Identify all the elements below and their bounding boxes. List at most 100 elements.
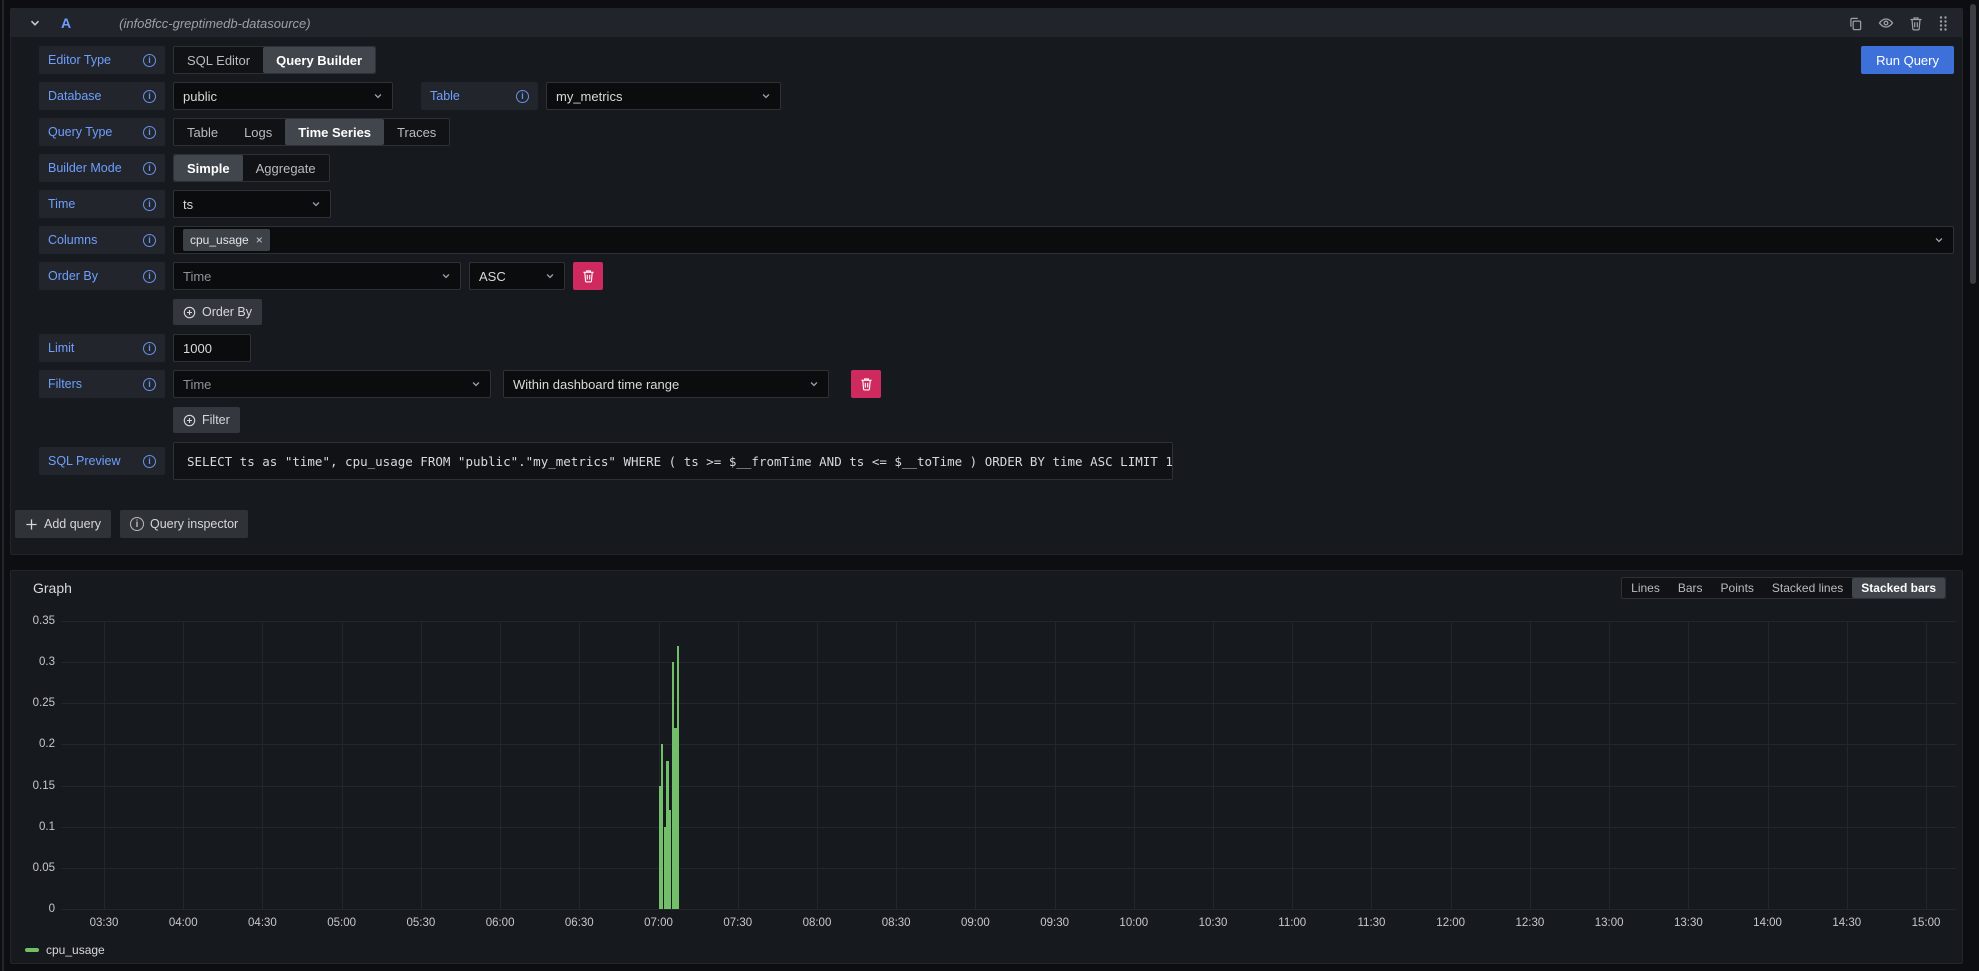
editor-type-option-query-builder[interactable]: Query Builder [263, 47, 375, 73]
y-axis-tick-label: 0.05 [11, 862, 55, 874]
info-icon[interactable] [143, 342, 156, 355]
editor-type-label: Editor Type [39, 46, 165, 74]
x-axis-tick-label: 06:00 [486, 917, 515, 929]
page: A (info8fcc-greptimedb-datasource) [0, 0, 1979, 971]
plus-icon [25, 518, 38, 531]
legend-item-cpu-usage[interactable]: cpu_usage [25, 943, 105, 957]
time-column-select[interactable]: ts [173, 190, 331, 218]
x-gridline [817, 621, 818, 909]
x-gridline [421, 621, 422, 909]
time-value: ts [183, 197, 193, 212]
table-select[interactable]: my_metrics [546, 82, 781, 110]
x-axis-tick-label: 15:00 [1912, 917, 1941, 929]
chevron-down-icon [433, 271, 451, 281]
x-axis-tick-label: 08:00 [803, 917, 832, 929]
builder-mode-option-simple[interactable]: Simple [174, 155, 243, 181]
trash-icon [582, 269, 595, 283]
draw-mode-option-bars[interactable]: Bars [1669, 578, 1712, 598]
info-icon[interactable] [143, 90, 156, 103]
x-gridline [896, 621, 897, 909]
x-gridline [579, 621, 580, 909]
x-gridline [1768, 621, 1769, 909]
row-database-table: Database public Table my_metrics [39, 82, 1954, 110]
hide-response-eye-icon[interactable] [1878, 15, 1894, 31]
label-text: Columns [48, 233, 97, 247]
remove-tag-icon[interactable]: × [256, 233, 263, 247]
duplicate-query-icon[interactable] [1848, 16, 1863, 31]
filter-field-value: Time [183, 377, 211, 392]
query-inspector-button[interactable]: Query inspector [120, 510, 248, 538]
draw-mode-option-lines[interactable]: Lines [1622, 578, 1669, 598]
graph-header: Graph LinesBarsPointsStacked linesStacke… [11, 571, 1962, 605]
info-icon[interactable] [143, 455, 156, 468]
circle-plus-icon [183, 414, 196, 427]
query-type-option-logs[interactable]: Logs [231, 119, 285, 145]
y-axis-tick-label: 0.15 [11, 780, 55, 792]
x-axis-tick-label: 14:00 [1753, 917, 1782, 929]
info-icon[interactable] [143, 162, 156, 175]
info-icon[interactable] [143, 54, 156, 67]
info-icon[interactable] [143, 198, 156, 211]
draw-mode-option-points[interactable]: Points [1712, 578, 1763, 598]
query-type-label: Query Type [39, 118, 165, 146]
x-axis-tick-label: 05:00 [327, 917, 356, 929]
query-ref-id[interactable]: A [61, 15, 71, 31]
x-axis-tick-label: 10:00 [1119, 917, 1148, 929]
info-icon[interactable] [143, 126, 156, 139]
y-gridline [61, 827, 1956, 828]
order-by-label: Order By [39, 262, 165, 290]
row-sql-preview: SQL Preview SELECT ts as "time", cpu_usa… [39, 442, 1954, 480]
label-text: Limit [48, 341, 74, 355]
editor-type-option-sql-editor[interactable]: SQL Editor [174, 47, 263, 73]
info-icon[interactable] [143, 234, 156, 247]
graph-panel: Graph LinesBarsPointsStacked linesStacke… [10, 570, 1963, 964]
drag-handle-icon[interactable] [1938, 15, 1948, 31]
info-icon[interactable] [143, 270, 156, 283]
add-filter-button[interactable]: Filter [173, 407, 240, 433]
chevron-down-icon [537, 271, 555, 281]
x-gridline [1926, 621, 1927, 909]
label-text: Editor Type [48, 53, 111, 67]
draw-mode-group: LinesBarsPointsStacked linesStacked bars [1621, 577, 1946, 599]
legend-color-swatch [25, 948, 39, 952]
y-gridline [61, 868, 1956, 869]
draw-mode-option-stacked-bars[interactable]: Stacked bars [1852, 578, 1945, 598]
limit-input[interactable] [173, 334, 251, 362]
filter-field-select[interactable]: Time [173, 370, 491, 398]
run-query-button[interactable]: Run Query [1861, 46, 1954, 74]
database-select[interactable]: public [173, 82, 393, 110]
remove-order-by-button[interactable] [573, 262, 603, 290]
order-by-field-select[interactable]: Time [173, 262, 461, 290]
label-text: Time [48, 197, 75, 211]
column-tag: cpu_usage × [183, 229, 270, 251]
add-query-button[interactable]: Add query [15, 510, 111, 538]
query-type-option-table[interactable]: Table [174, 119, 231, 145]
row-add-filter: Filter [173, 406, 1954, 434]
vertical-scrollbar[interactable] [1970, 4, 1976, 284]
remove-query-trash-icon[interactable] [1909, 16, 1923, 31]
filter-condition-select[interactable]: Within dashboard time range [503, 370, 829, 398]
collapse-query-icon[interactable] [29, 17, 41, 29]
remove-filter-button[interactable] [851, 370, 881, 398]
x-gridline [738, 621, 739, 909]
query-type-option-traces[interactable]: Traces [384, 119, 449, 145]
x-axis-tick-label: 11:00 [1278, 917, 1306, 929]
window-left-edge [2, 0, 4, 971]
info-icon[interactable] [516, 90, 529, 103]
builder-mode-option-aggregate[interactable]: Aggregate [243, 155, 329, 181]
sql-preview-code: SELECT ts as "time", cpu_usage FROM "pub… [173, 442, 1173, 480]
columns-multiselect[interactable]: cpu_usage × [173, 226, 1954, 254]
chevron-down-icon [463, 379, 481, 389]
y-gridline [61, 621, 1956, 622]
draw-mode-option-stacked-lines[interactable]: Stacked lines [1763, 578, 1852, 598]
label-text: Table [430, 89, 460, 103]
query-type-option-time-series[interactable]: Time Series [285, 119, 384, 145]
info-icon[interactable] [143, 378, 156, 391]
order-by-direction-value: ASC [479, 269, 506, 284]
filter-condition-value: Within dashboard time range [513, 377, 679, 392]
table-label: Table [421, 82, 538, 110]
add-order-by-button[interactable]: Order By [173, 299, 262, 325]
row-filters: Filters Time Within dashboard time range [39, 370, 1954, 398]
order-by-direction-select[interactable]: ASC [469, 262, 565, 290]
x-axis-tick-label: 05:30 [406, 917, 435, 929]
